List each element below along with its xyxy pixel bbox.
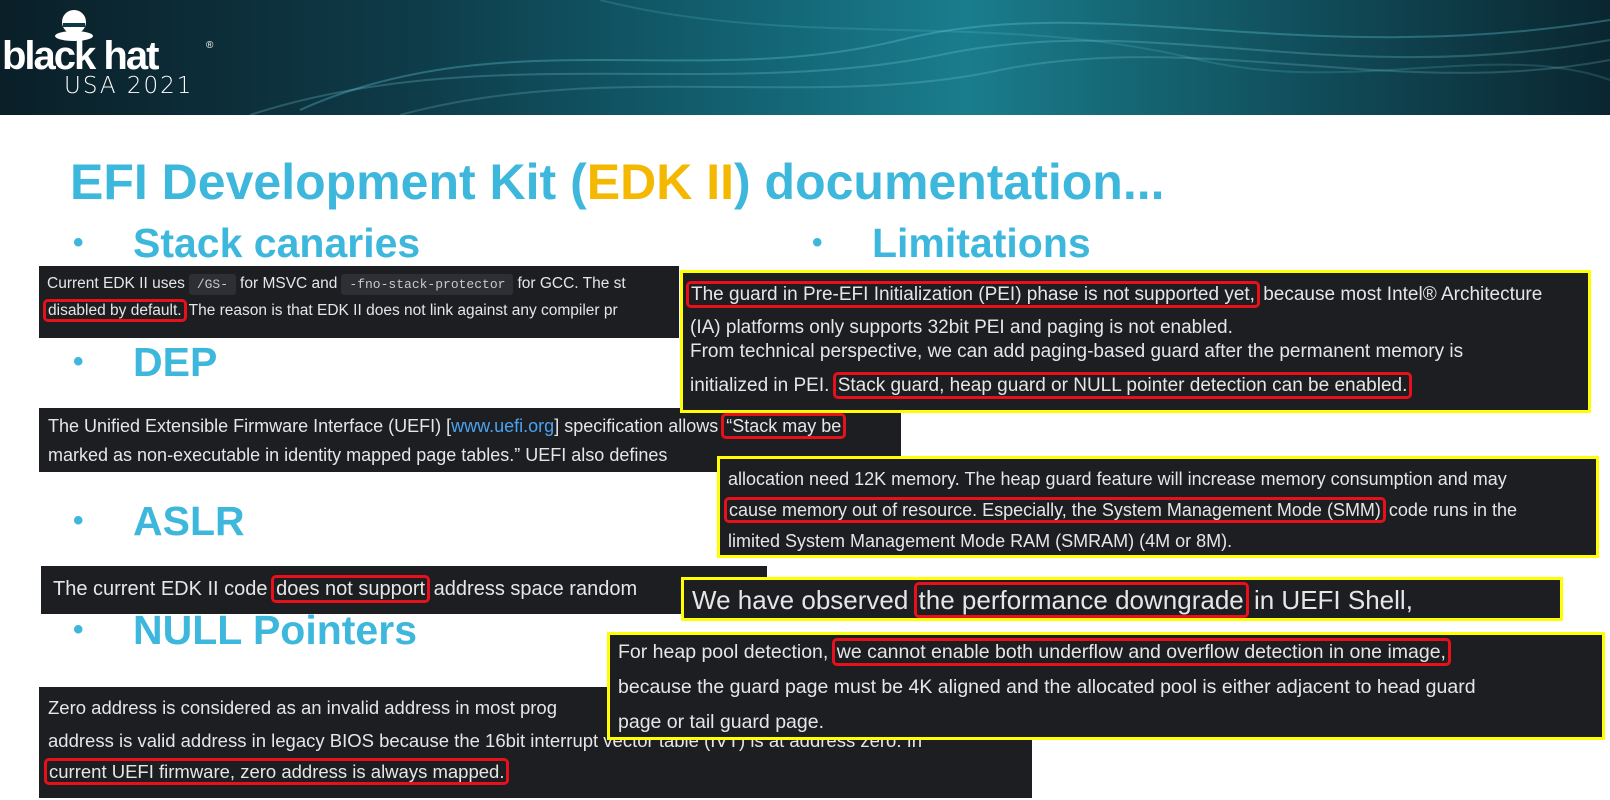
- highlight-box: current UEFI firmware, zero address is a…: [44, 758, 510, 785]
- snippet-text: address space random: [428, 578, 638, 600]
- bullet-dot: •: [73, 345, 84, 378]
- snippet-line: The Unified Extensible Firmware Interfac…: [48, 413, 847, 439]
- highlight-box: The guard in Pre-EFI Initialization (PEI…: [686, 281, 1260, 308]
- section-label: ASLR: [133, 498, 245, 544]
- snippet-line: allocation need 12K memory. The heap gua…: [728, 469, 1507, 489]
- title-highlight: EDK II: [586, 154, 734, 210]
- snippet-line: From technical perspective, we can add p…: [690, 341, 1464, 362]
- bullet-dot: •: [73, 504, 84, 537]
- snippet-text: We have observed: [692, 585, 916, 615]
- highlight-box: cause memory out of resource. Especially…: [724, 497, 1386, 523]
- limitations-pool-callout: For heap pool detection, we cannot enabl…: [607, 632, 1605, 740]
- highlight-box: the performance downgrade: [913, 582, 1249, 618]
- limitations-pei-callout: The guard in Pre-EFI Initialization (PEI…: [680, 270, 1591, 413]
- snippet-text: For heap pool detection,: [618, 641, 834, 663]
- snippet-line: Current EDK II uses/GS-for MSVC and -fno-…: [47, 274, 626, 295]
- snippet-line: limited System Management Mode RAM (SMRA…: [728, 531, 1233, 551]
- section-dep: • DEP: [73, 338, 218, 386]
- highlight-box: we cannot enable both underflow and over…: [831, 638, 1451, 666]
- uefi-link[interactable]: www.uefi.org: [451, 416, 554, 436]
- snippet-line: Zero address is considered as an invalid…: [48, 697, 558, 718]
- stack-canaries-snippet: Current EDK II uses/GS-for MSVC and -fno-…: [39, 266, 679, 338]
- snippet-text: ] specification allows: [554, 416, 724, 436]
- section-aslr: • ASLR: [73, 497, 245, 545]
- bullet-dot: •: [73, 226, 84, 259]
- snippet-text: for MSVC and: [240, 275, 338, 292]
- section-label: Stack canaries: [133, 220, 421, 266]
- registered-mark: ®: [206, 40, 214, 51]
- snippet-text: The current EDK II code: [53, 578, 274, 600]
- highlight-box: disabled by default.: [43, 299, 187, 322]
- snippet-line: current UEFI firmware, zero address is a…: [44, 758, 510, 785]
- snippet-line: For heap pool detection, we cannot enabl…: [618, 638, 1451, 666]
- snippet-text: The reason is that EDK II does not link …: [188, 302, 618, 319]
- section-label: DEP: [133, 339, 218, 385]
- event-name: USA 2021: [64, 73, 194, 99]
- snippet-text: Current EDK II uses: [47, 275, 185, 292]
- snippet-text: because most Intel® Architecture: [1257, 284, 1543, 305]
- snippet-line: We have observed the performance downgra…: [692, 582, 1413, 618]
- snippet-text: initialized in PEI.: [690, 375, 835, 396]
- section-label: Limitations: [872, 220, 1091, 266]
- bullet-dot: •: [812, 226, 823, 259]
- highlight-box: Stack guard, heap guard or NULL pointer …: [832, 372, 1413, 399]
- snippet-line: disabled by default. The reason is that …: [43, 299, 618, 322]
- aslr-snippet: The current EDK II code does not support…: [41, 566, 767, 614]
- snippet-text: for GCC. The st: [517, 275, 626, 292]
- highlight-box: “Stack may be: [721, 413, 847, 439]
- code-token: /GS-: [188, 274, 237, 295]
- snippet-line: initialized in PEI. Stack guard, heap gu…: [690, 372, 1413, 399]
- section-limitations: • Limitations: [812, 219, 1091, 267]
- snippet-line: marked as non-executable in identity map…: [48, 445, 668, 465]
- highlight-box: does not support: [271, 575, 431, 603]
- code-token: -fno-stack-protector: [341, 274, 514, 295]
- snippet-line: because the guard page must be 4K aligne…: [618, 676, 1476, 698]
- snippet-text: code runs in the: [1383, 500, 1518, 520]
- snippet-line: The current EDK II code does not support…: [53, 575, 638, 603]
- snippet-line: The guard in Pre-EFI Initialization (PEI…: [686, 281, 1543, 308]
- snippet-text: The Unified Extensible Firmware Interfac…: [48, 416, 452, 436]
- title-suffix: ) documentation...: [733, 154, 1165, 210]
- limitations-heap-callout: allocation need 12K memory. The heap gua…: [717, 456, 1599, 558]
- slide-title: EFI Development Kit (EDK II) documentati…: [70, 152, 1165, 212]
- snippet-line: cause memory out of resource. Especially…: [724, 497, 1518, 523]
- snippet-text: in UEFI Shell,: [1246, 585, 1413, 615]
- section-stack-canaries: • Stack canaries: [73, 219, 421, 267]
- brand-name: black hat: [2, 34, 159, 78]
- limitations-performance-callout: We have observed the performance downgra…: [681, 577, 1563, 621]
- snippet-line: page or tail guard page.: [618, 711, 824, 733]
- title-prefix: EFI Development Kit (: [70, 154, 587, 210]
- banner-wave-pattern: [249, 0, 1610, 115]
- header-banner: black hat ® USA 2021: [0, 0, 1610, 115]
- snippet-line: (IA) platforms only supports 32bit PEI a…: [690, 317, 1233, 338]
